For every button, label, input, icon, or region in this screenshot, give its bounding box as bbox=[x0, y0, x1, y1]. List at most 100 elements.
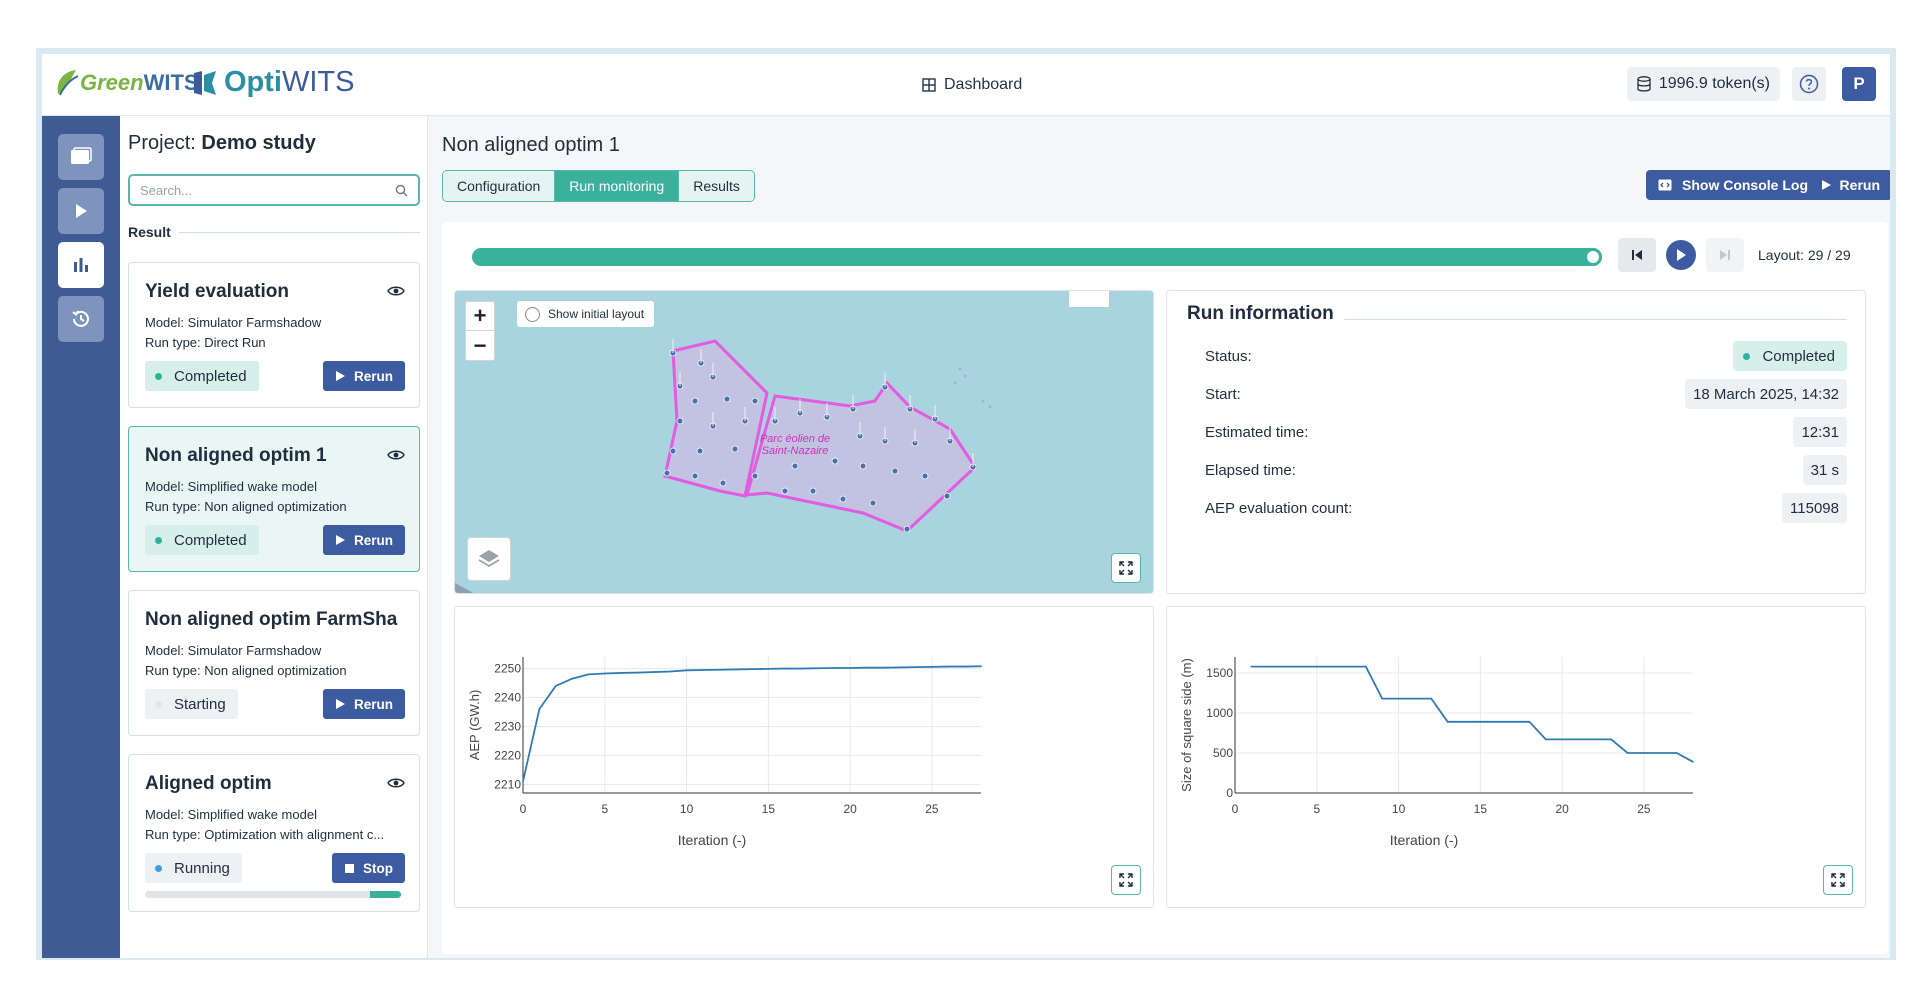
radio-button[interactable] bbox=[525, 306, 540, 322]
data-point bbox=[832, 667, 835, 669]
status-dot bbox=[1743, 352, 1751, 360]
tab-configuration[interactable]: Configuration bbox=[443, 171, 556, 201]
card-run-type: Run type: Direct Run bbox=[145, 335, 266, 350]
rerun-button[interactable]: Rerun bbox=[322, 361, 405, 391]
y-tick-label: 500 bbox=[1213, 746, 1233, 760]
show-initial-layout-label: Show initial layout bbox=[548, 307, 645, 321]
y-tick-label: 2210 bbox=[494, 777, 521, 791]
chart-expand-button[interactable] bbox=[1111, 865, 1141, 895]
data-point bbox=[751, 668, 753, 670]
status-label: Starting bbox=[174, 695, 226, 713]
start-value: 18 March 2025, 14:32 bbox=[1685, 379, 1847, 409]
card-model: Model: Simulator Farmshadow bbox=[145, 643, 322, 658]
console-button-label: Show Console Log bbox=[1682, 177, 1808, 193]
grid-icon bbox=[922, 78, 936, 92]
card-model: Model: Simulator Farmshadow bbox=[145, 315, 322, 330]
data-point bbox=[669, 670, 672, 673]
data-point bbox=[1610, 738, 1613, 741]
run-title: Non aligned optim 1 bbox=[442, 134, 620, 156]
result-section-header: Result bbox=[128, 224, 420, 240]
help-button[interactable] bbox=[1792, 67, 1826, 101]
data-point bbox=[734, 668, 737, 671]
wind-farm-map[interactable]: Parc éolien de Saint-Nazaire + − Show in… bbox=[454, 290, 1154, 594]
x-tick-label: 25 bbox=[925, 802, 939, 816]
eye-icon[interactable] bbox=[387, 449, 405, 461]
token-balance[interactable]: 1996.9 token(s) bbox=[1626, 67, 1780, 101]
layout-slider[interactable] bbox=[472, 248, 1602, 266]
run-info-label: Status: bbox=[1205, 347, 1252, 365]
tab-results[interactable]: Results bbox=[679, 171, 754, 201]
data-point bbox=[554, 685, 557, 687]
card-run-type: Run type: Optimization with alignment c.… bbox=[145, 827, 385, 842]
play-icon bbox=[335, 535, 345, 545]
y-axis-label: AEP (GW.h) bbox=[467, 690, 482, 761]
stop-button[interactable]: Stop bbox=[332, 853, 405, 883]
rerun-button[interactable]: Rerun bbox=[1808, 170, 1890, 200]
logo-green-text: Green bbox=[80, 70, 144, 95]
run-info-label: Elapsed time: bbox=[1205, 461, 1296, 479]
rail-history-button[interactable] bbox=[58, 296, 104, 342]
show-initial-layout-toggle[interactable]: Show initial layout bbox=[517, 301, 655, 327]
status-badge: Completed bbox=[145, 525, 259, 555]
last-layout-button[interactable] bbox=[1706, 238, 1744, 272]
result-card-selected[interactable]: Non aligned optim 1 Model: Simplified wa… bbox=[128, 426, 420, 572]
skip-forward-icon bbox=[1720, 250, 1730, 260]
map-expand-button[interactable] bbox=[1111, 553, 1141, 583]
rerun-button[interactable]: Rerun bbox=[322, 525, 405, 555]
rail-run-button[interactable] bbox=[58, 188, 104, 234]
main-area: Non aligned optim 1 Configuration Run mo… bbox=[428, 116, 1890, 958]
map-layers-button[interactable] bbox=[467, 537, 511, 581]
rail-projects-button[interactable] bbox=[58, 134, 104, 180]
history-icon bbox=[72, 310, 89, 327]
estimated-time-value: 12:31 bbox=[1793, 417, 1847, 447]
search-box[interactable] bbox=[128, 174, 420, 206]
show-console-log-button[interactable]: Show Console Log bbox=[1646, 170, 1820, 200]
folder-icon bbox=[71, 147, 92, 164]
aep-count-value: 115098 bbox=[1782, 493, 1847, 523]
data-point bbox=[947, 665, 950, 668]
greenwits-logo[interactable]: Green WITS bbox=[54, 68, 199, 98]
search-input[interactable] bbox=[140, 182, 395, 198]
data-point bbox=[620, 672, 622, 674]
card-title: Yield evaluation bbox=[145, 281, 289, 302]
data-point bbox=[1446, 721, 1449, 723]
layers-icon bbox=[478, 550, 500, 568]
dashboard-link[interactable]: Dashboard bbox=[922, 76, 1022, 94]
x-tick-label: 0 bbox=[520, 802, 527, 816]
logo-wits-text: WITS bbox=[143, 70, 199, 95]
user-avatar[interactable]: P bbox=[1842, 67, 1876, 101]
chart-expand-button[interactable] bbox=[1823, 865, 1853, 895]
card-title: Aligned optim bbox=[145, 773, 272, 794]
data-point bbox=[587, 673, 590, 676]
tab-run-monitoring[interactable]: Run monitoring bbox=[555, 171, 680, 201]
play-icon bbox=[76, 204, 87, 218]
zoom-out-button[interactable]: − bbox=[466, 331, 494, 360]
run-information-panel: Run information Status: Completed Start:… bbox=[1166, 290, 1866, 594]
layout-slider-handle[interactable] bbox=[1584, 248, 1602, 266]
result-card[interactable]: Non aligned optim FarmSha Model: Simulat… bbox=[128, 590, 420, 736]
eye-icon[interactable] bbox=[387, 777, 405, 789]
first-layout-button[interactable] bbox=[1618, 238, 1656, 272]
run-info-status: Status: Completed bbox=[1205, 341, 1847, 371]
data-point bbox=[653, 671, 655, 673]
result-card[interactable]: Yield evaluation Model: Simulator Farmsh… bbox=[128, 262, 420, 408]
x-tick-label: 0 bbox=[1232, 802, 1239, 816]
data-point bbox=[914, 666, 917, 668]
square-side-chart: 0 5 10 15 20 25 0 500 1000 1500 Iteration (-) Size … bbox=[1179, 657, 1694, 848]
layout-counter: Layout: 29 / 29 bbox=[1758, 247, 1851, 263]
status-dot bbox=[155, 700, 162, 708]
series-line bbox=[522, 665, 982, 782]
optiwits-logo[interactable]: Opti WITS bbox=[192, 66, 355, 99]
data-point bbox=[685, 669, 688, 672]
eye-icon[interactable] bbox=[387, 285, 405, 297]
x-tick-label: 20 bbox=[1555, 802, 1569, 816]
top-header: GreenWITS OptiWITS Dashboard 1996.9 to bbox=[42, 54, 1890, 116]
data-point bbox=[767, 668, 770, 670]
play-icon bbox=[335, 699, 345, 709]
rerun-button[interactable]: Rerun bbox=[322, 689, 405, 719]
card-model: Model: Simplified wake model bbox=[145, 479, 317, 494]
rail-results-button[interactable] bbox=[58, 242, 104, 288]
zoom-in-button[interactable]: + bbox=[466, 302, 494, 331]
play-layout-button[interactable] bbox=[1666, 240, 1696, 270]
result-card[interactable]: Aligned optim Model: Simplified wake mod… bbox=[128, 754, 420, 912]
